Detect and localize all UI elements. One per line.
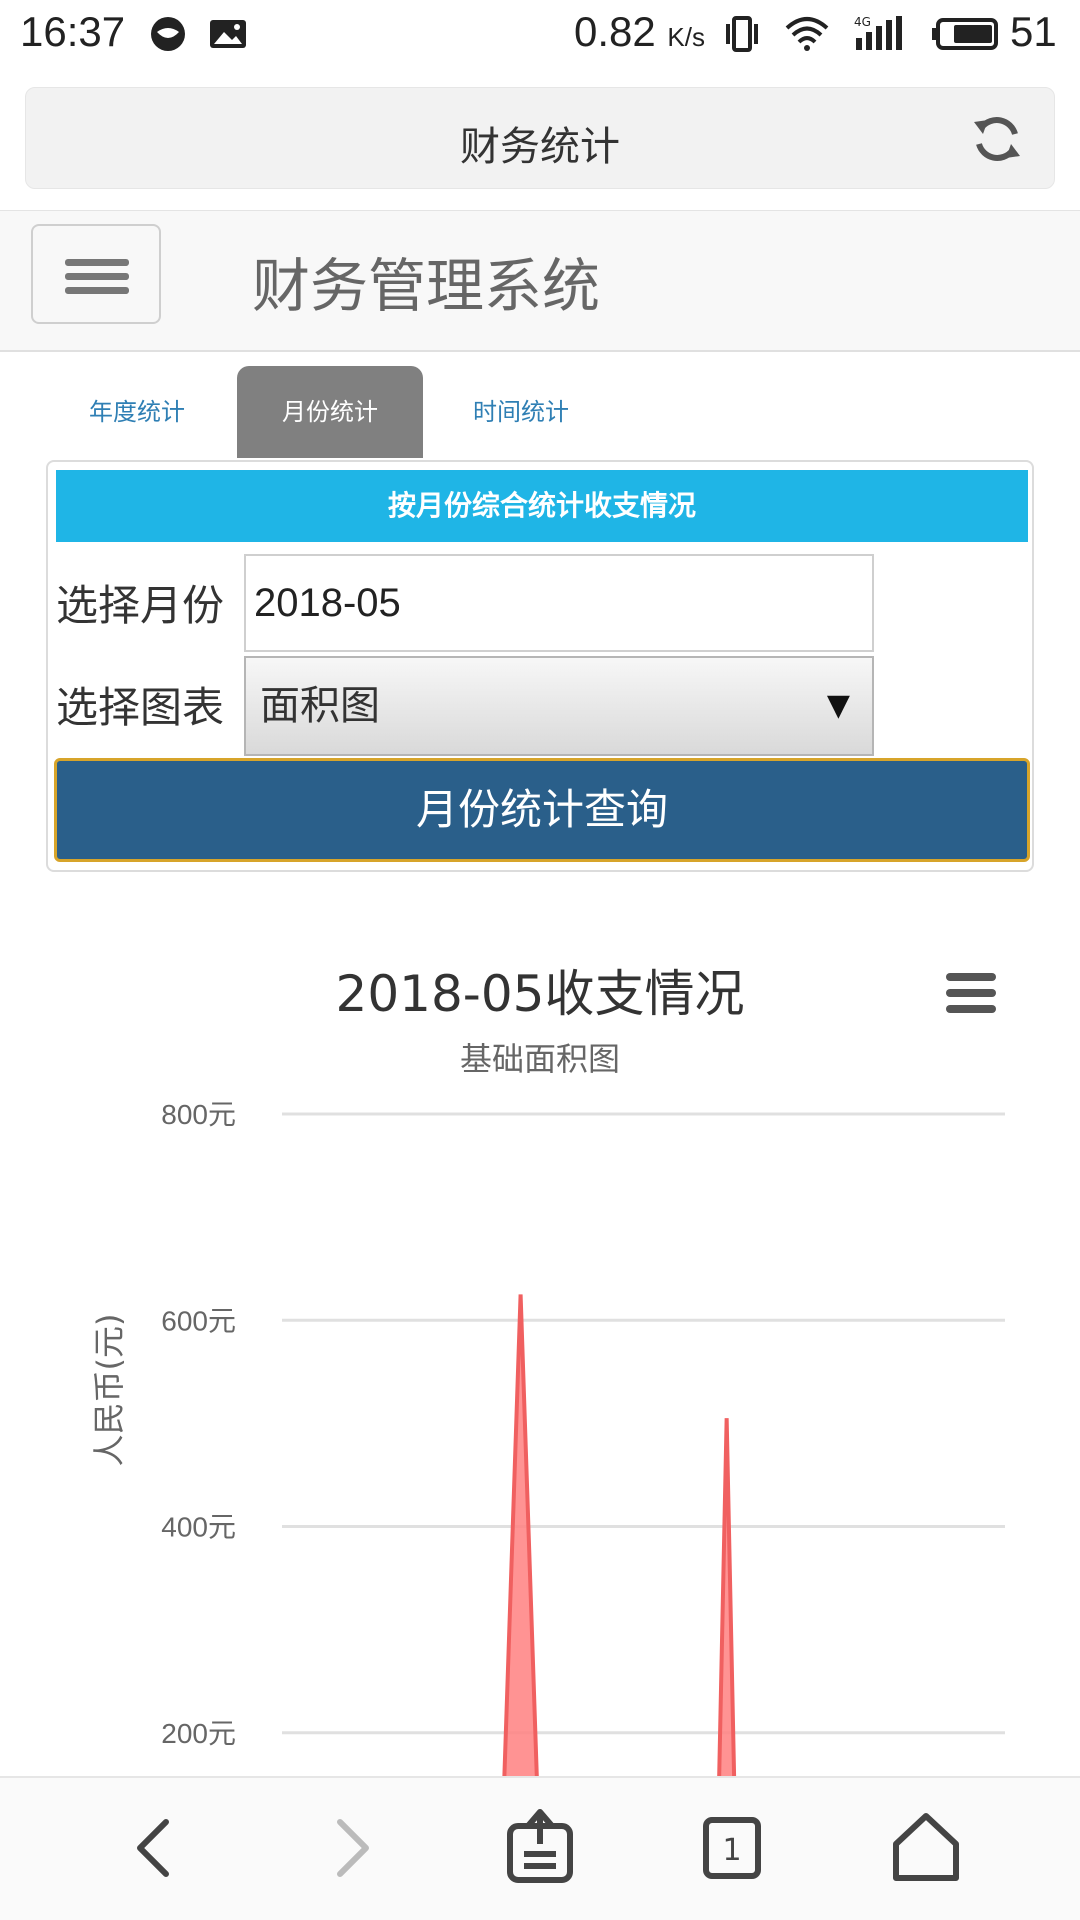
menu-icon (65, 259, 129, 266)
browser-bottom-nav: 1 (0, 1776, 1080, 1920)
tab-period[interactable]: 时间统计 (428, 366, 614, 458)
area-chart: 800元 600元 400元 200元 人民币(元) 2018-05收支情况 基础面积图 (0, 900, 1080, 1776)
chart-type-select[interactable]: 面积图 ▼ (244, 656, 874, 756)
y-tick-label: 600元 (161, 1305, 236, 1336)
monthly-query-button[interactable]: 月份统计查询 (54, 758, 1030, 862)
vibrate-icon (726, 16, 758, 52)
chart-type-label: 选择图表 (56, 683, 225, 732)
brand-title[interactable]: 财务管理系统 (252, 239, 600, 323)
y-tick-label: 400元 (161, 1512, 236, 1543)
chart-subtitle: 基础面积图 (459, 1040, 620, 1078)
tab-monthly[interactable]: 月份统计 (237, 366, 423, 458)
battery-icon (932, 18, 998, 50)
chart-type-value: 面积图 (260, 683, 380, 729)
y-tick-label: 200元 (161, 1718, 236, 1749)
browser-title-bar: 财务统计 (25, 87, 1055, 189)
y-tick-label: 800元 (161, 1099, 236, 1130)
wifi-icon (785, 17, 829, 51)
page-title: 财务统计 (460, 124, 620, 170)
svg-text:1: 1 (722, 1833, 741, 1868)
battery-level: 51 (1010, 8, 1057, 55)
dropdown-arrow-icon: ▼ (826, 688, 850, 723)
month-label: 选择月份 (56, 581, 225, 630)
area-series (504, 1294, 735, 1776)
menu-button[interactable] (31, 224, 161, 324)
tabs-icon: 1 (703, 1817, 761, 1879)
menu-icon (65, 287, 129, 294)
refresh-icon[interactable] (970, 112, 1024, 166)
tabs-count-button[interactable]: 1 (692, 1808, 772, 1888)
query-panel: 按月份综合统计收支情况 选择月份 2018-05 选择图表 面积图 ▼ 月份统计… (46, 460, 1034, 872)
menu-icon (65, 273, 129, 280)
back-icon[interactable] (116, 1808, 196, 1888)
chart-menu-icon[interactable] (942, 973, 998, 1021)
status-bar: 16:37 0.82 K/s 4G 51 (0, 0, 1080, 66)
status-time: 16:37 (20, 8, 126, 55)
y-axis-label: 人民币(元) (90, 1314, 128, 1467)
month-input[interactable]: 2018-05 (244, 554, 874, 652)
signal-4g-icon: 4G (854, 15, 902, 50)
browser-icon (151, 17, 185, 51)
share-icon[interactable] (500, 1808, 580, 1888)
svg-text:4G: 4G (854, 15, 871, 29)
area-series-line (502, 1294, 737, 1776)
home-icon[interactable] (886, 1808, 966, 1888)
app-navbar: 财务管理系统 (0, 210, 1080, 352)
chart-title: 2018-05收支情况 (335, 965, 745, 1023)
chart-canvas: 800元 600元 400元 200元 人民币(元) (90, 1099, 1005, 1776)
panel-header: 按月份综合统计收支情况 (56, 470, 1028, 542)
image-icon (210, 20, 246, 48)
net-speed: 0.82 K/s (574, 8, 705, 55)
tab-yearly[interactable]: 年度统计 (44, 366, 230, 458)
forward-icon[interactable] (310, 1808, 390, 1888)
